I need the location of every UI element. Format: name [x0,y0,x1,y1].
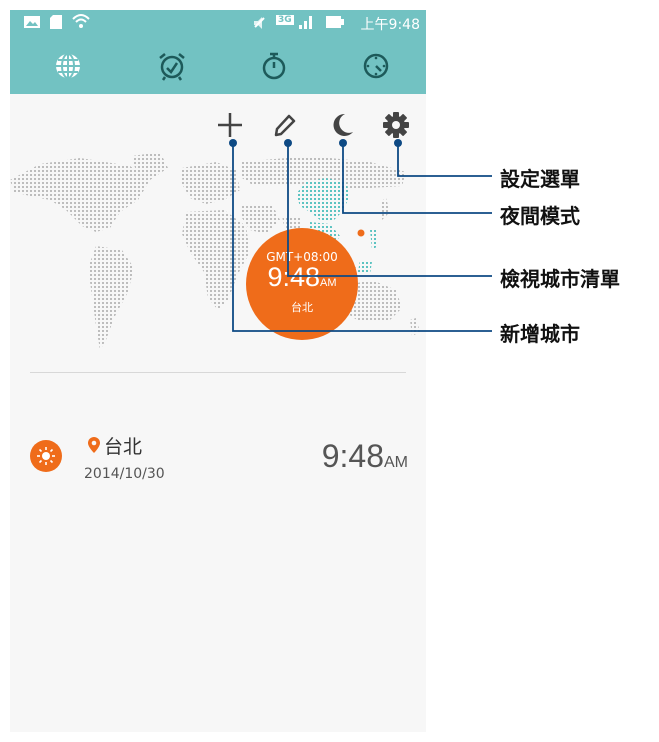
city-ampm: AM [384,454,408,471]
tab-stopwatch[interactable] [252,44,296,88]
tab-world-clock[interactable] [46,44,90,88]
tab-timer[interactable] [354,44,398,88]
gear-icon [383,112,409,138]
callout-view-city-list: 檢視城市清單 [500,267,620,291]
bubble-city-name: 台北 [291,301,313,314]
add-city-button[interactable] [213,108,247,142]
world-map [10,152,420,350]
city-time: 9:48AM [322,438,408,475]
city-time-value: 9:48 [321,438,384,474]
night-mode-button[interactable] [325,108,359,142]
tab-alarm[interactable] [150,44,194,88]
pencil-icon [274,114,296,137]
globe-icon [56,53,80,79]
divider [30,372,406,373]
tab-bar [10,36,426,94]
timer-icon [363,53,389,79]
network-type: 3G [276,15,294,25]
plus-icon [218,113,242,137]
bubble-time-value: 9:48 [267,262,321,292]
settings-menu-button[interactable] [379,108,413,142]
mute-icon [254,17,265,29]
edit-city-list-button[interactable] [267,108,301,142]
world-clock-bubble[interactable]: GMT+08:00 9:48AM 台北 [246,228,358,340]
bubble-ampm: AM [320,277,337,289]
status-time: 上午9:48 [360,17,420,33]
battery-icon [326,16,344,28]
city-name: 台北 [104,436,143,458]
sd-card-icon [50,15,62,29]
stopwatch-icon [262,52,286,80]
status-bar: 3G 上午9:48 [10,10,426,36]
bubble-time: 9:48AM [246,262,358,293]
current-city-marker [357,229,365,237]
callout-settings-menu: 設定選單 [500,167,580,191]
callout-night-mode: 夜間模式 [500,204,580,228]
moon-icon [333,113,353,136]
city-list-item[interactable]: 台北 2014/10/30 9:48AM [10,428,426,492]
signal-icon [299,16,312,29]
sun-icon [30,440,62,472]
world-clock-screen: 3G 上午9:48 GMT+08:00 9:48AM 台北 台北 2014/10… [10,10,426,732]
image-icon [24,16,40,28]
callout-add-city: 新增城市 [500,322,580,346]
wifi-icon [72,14,90,28]
location-pin-icon [88,437,100,453]
city-date: 2014/10/30 [84,466,165,482]
alarm-clock-icon [159,53,185,81]
